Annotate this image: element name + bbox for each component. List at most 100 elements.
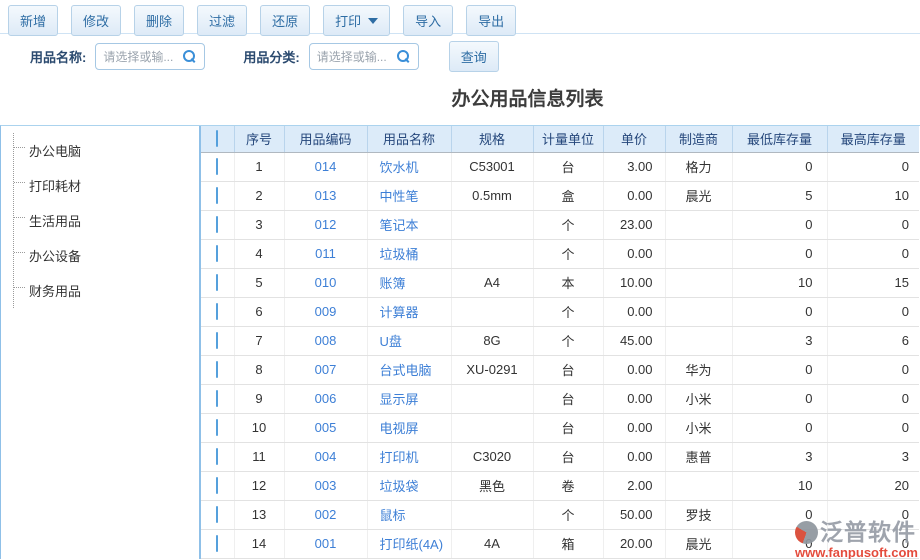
cell-name: 中性笔 [367, 181, 451, 210]
code-link[interactable]: 005 [315, 420, 337, 435]
cell-no: 7 [234, 326, 284, 355]
print-button[interactable]: 打印 [323, 5, 390, 36]
supply-name-searchbox[interactable] [95, 43, 205, 70]
row-checkbox[interactable] [216, 274, 218, 291]
cell-name: 电视屏 [367, 413, 451, 442]
cell-unit: 台 [533, 442, 603, 471]
cell-no: 4 [234, 239, 284, 268]
cell-price: 0.00 [603, 413, 665, 442]
row-checkbox[interactable] [216, 419, 218, 436]
supply-category-searchbox[interactable] [309, 43, 419, 70]
filter-button[interactable]: 过滤 [197, 5, 247, 36]
name-link[interactable]: 饮水机 [380, 160, 419, 175]
search-icon[interactable] [183, 50, 196, 63]
row-checkbox[interactable] [216, 187, 218, 204]
edit-button[interactable]: 修改 [71, 5, 121, 36]
table-row: 13002鼠标个50.00罗技00 [201, 500, 919, 529]
supply-name-label: 用品名称: [30, 47, 86, 66]
code-link[interactable]: 003 [315, 478, 337, 493]
cell-spec: 0.5mm [451, 181, 533, 210]
cell-price: 0.00 [603, 239, 665, 268]
code-link[interactable]: 013 [315, 188, 337, 203]
name-link[interactable]: 账簿 [380, 276, 406, 291]
cell-manufacturer [665, 297, 732, 326]
cell-max-stock: 0 [827, 210, 919, 239]
row-checkbox[interactable] [216, 477, 218, 494]
cell-unit: 盒 [533, 181, 603, 210]
cell-no: 5 [234, 268, 284, 297]
name-link[interactable]: U盘 [380, 334, 402, 349]
row-select-cell [201, 210, 234, 239]
import-button[interactable]: 导入 [403, 5, 453, 36]
name-link[interactable]: 电视屏 [380, 421, 419, 436]
row-checkbox[interactable] [216, 303, 218, 320]
category-sidebar: 办公电脑打印耗材生活用品办公设备财务用品 [1, 126, 201, 559]
name-link[interactable]: 打印纸(4A) [380, 537, 444, 552]
cell-price: 2.00 [603, 471, 665, 500]
code-link[interactable]: 012 [315, 217, 337, 232]
sidebar-item-finance-supplies[interactable]: 财务用品 [14, 273, 199, 308]
cell-price: 50.00 [603, 500, 665, 529]
name-link[interactable]: 打印机 [380, 450, 419, 465]
row-checkbox[interactable] [216, 361, 218, 378]
cell-spec [451, 297, 533, 326]
code-link[interactable]: 010 [315, 275, 337, 290]
select-all-header-cell [201, 126, 234, 152]
cell-spec: C3020 [451, 442, 533, 471]
name-link[interactable]: 笔记本 [380, 218, 419, 233]
code-link[interactable]: 004 [315, 449, 337, 464]
code-link[interactable]: 008 [315, 333, 337, 348]
name-link[interactable]: 垃圾袋 [380, 479, 419, 494]
cell-name: U盘 [367, 326, 451, 355]
select-all-checkbox[interactable] [216, 130, 218, 147]
delete-button[interactable]: 删除 [134, 5, 184, 36]
row-checkbox[interactable] [216, 535, 218, 552]
cell-price: 0.00 [603, 181, 665, 210]
query-button[interactable]: 查询 [449, 41, 499, 72]
name-link[interactable]: 鼠标 [380, 508, 406, 523]
code-link[interactable]: 006 [315, 391, 337, 406]
cell-name: 笔记本 [367, 210, 451, 239]
name-link[interactable]: 垃圾桶 [380, 247, 419, 262]
name-link[interactable]: 计算器 [380, 305, 419, 320]
sidebar-item-daily-goods[interactable]: 生活用品 [14, 203, 199, 238]
row-checkbox[interactable] [216, 390, 218, 407]
name-link[interactable]: 中性笔 [380, 189, 419, 204]
row-checkbox[interactable] [216, 506, 218, 523]
row-checkbox[interactable] [216, 158, 218, 175]
table-row: 1014饮水机C53001台3.00格力00 [201, 152, 919, 181]
column-header-0: 序号 [234, 126, 284, 152]
code-link[interactable]: 011 [315, 246, 336, 261]
code-link[interactable]: 009 [315, 304, 337, 319]
cell-manufacturer [665, 471, 732, 500]
export-button[interactable]: 导出 [466, 5, 516, 36]
cell-manufacturer: 格力 [665, 152, 732, 181]
table-row: 8007台式电脑XU-0291台0.00华为00 [201, 355, 919, 384]
code-link[interactable]: 014 [315, 159, 337, 174]
row-checkbox[interactable] [216, 216, 218, 233]
supplies-table: 序号用品编码用品名称规格计量单位单价制造商最低库存量最高库存量 1014饮水机C… [201, 126, 919, 559]
cell-code: 009 [284, 297, 367, 326]
cell-min-stock: 0 [732, 152, 827, 181]
restore-button[interactable]: 还原 [260, 5, 310, 36]
cell-unit: 箱 [533, 529, 603, 558]
name-link[interactable]: 台式电脑 [380, 363, 432, 378]
row-checkbox[interactable] [216, 245, 218, 262]
name-link[interactable]: 显示屏 [380, 392, 419, 407]
code-link[interactable]: 002 [315, 507, 337, 522]
add-button[interactable]: 新增 [8, 5, 58, 36]
code-link[interactable]: 007 [315, 362, 337, 377]
sidebar-item-print-supplies[interactable]: 打印耗材 [14, 168, 199, 203]
sidebar-item-office-equipment[interactable]: 办公设备 [14, 238, 199, 273]
supply-category-input[interactable] [317, 50, 397, 64]
cell-code: 004 [284, 442, 367, 471]
cell-min-stock: 10 [732, 471, 827, 500]
code-link[interactable]: 001 [315, 536, 337, 551]
row-checkbox[interactable] [216, 332, 218, 349]
sidebar-item-office-computer[interactable]: 办公电脑 [14, 133, 199, 168]
cell-no: 10 [234, 413, 284, 442]
supply-name-input[interactable] [103, 50, 183, 64]
row-checkbox[interactable] [216, 448, 218, 465]
cell-code: 008 [284, 326, 367, 355]
search-icon[interactable] [397, 50, 410, 63]
